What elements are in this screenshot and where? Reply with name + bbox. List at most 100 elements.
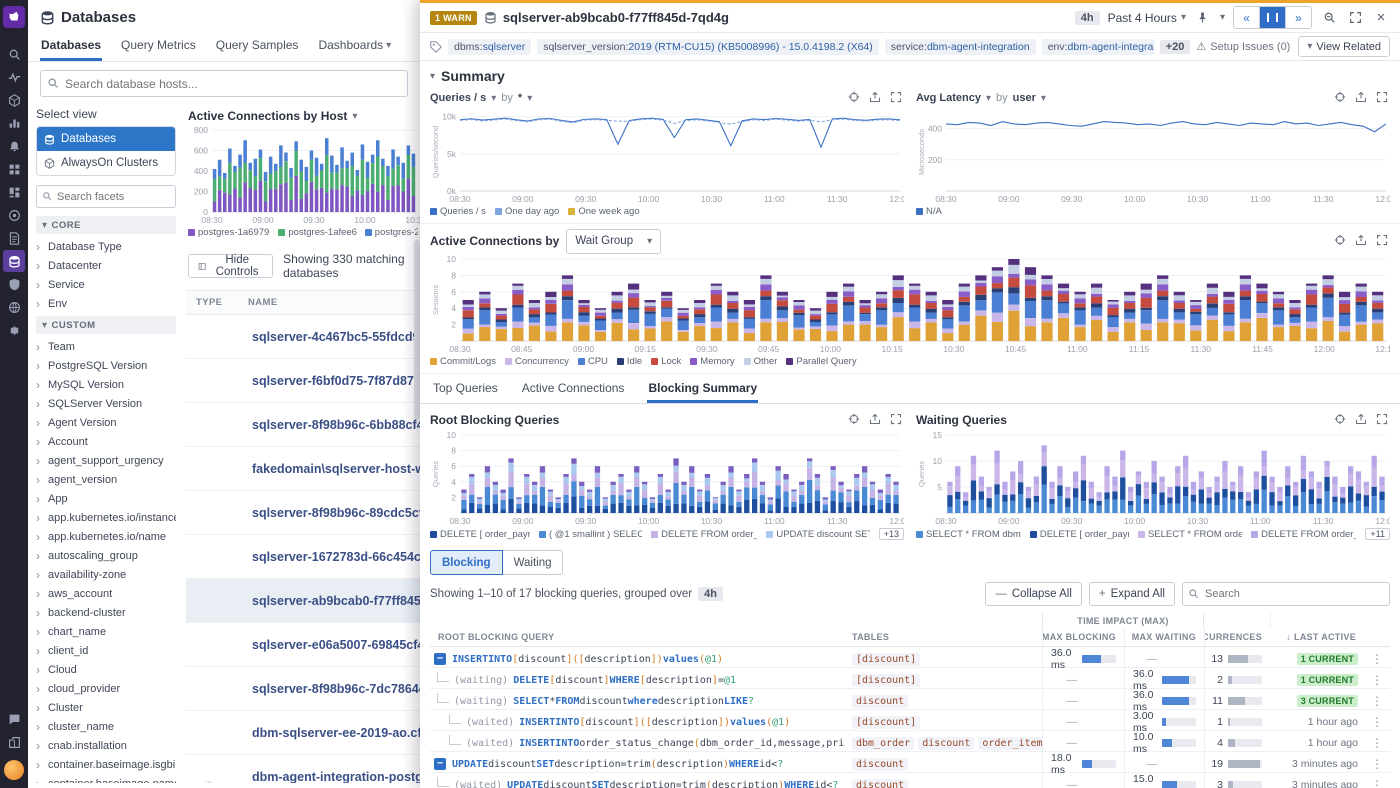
crosshair-icon[interactable] — [1334, 91, 1348, 105]
col-max-waiting[interactable]: MAX WAITING — [1124, 628, 1204, 646]
legend-item[interactable]: postgres-1afee64f-db... — [278, 227, 356, 238]
view-option-alwayson-clusters[interactable]: AlwaysOn Clusters — [37, 151, 175, 175]
blocking-row[interactable]: (waited)INSERT INTO order_status_change … — [430, 731, 1390, 752]
facet-item[interactable]: ›app.kubernetes.io/instance — [36, 508, 176, 527]
db-host-link[interactable]: dbm-sqlserver-ee-2019-ao.cfxxae8cilce.us… — [252, 726, 420, 740]
row-menu-icon[interactable]: ⋮ — [1364, 652, 1390, 666]
view-option-databases[interactable]: Databases — [37, 127, 175, 151]
facet-item[interactable]: ›autoscaling_group — [36, 546, 176, 565]
db-host-link[interactable]: fakedomain\sqlserver-host-with-backslash — [252, 462, 420, 476]
facet-item[interactable]: ›client_id — [36, 641, 176, 660]
table-row[interactable]: fakedomain\sqlserver-host-with-backslash — [186, 447, 420, 491]
more-tags-chip[interactable]: +20 — [1160, 40, 1191, 54]
row-menu-icon[interactable]: ⋮ — [1364, 694, 1390, 708]
host-search-input[interactable] — [40, 70, 408, 97]
facet-item[interactable]: ›App — [36, 489, 176, 508]
legend-item[interactable]: DELETE FROM order_item WH... — [1251, 529, 1356, 540]
fullscreen-icon[interactable] — [1376, 91, 1390, 105]
table-tag[interactable]: discount — [852, 758, 908, 771]
facet-item[interactable]: ›Env — [36, 294, 176, 313]
legend-item[interactable]: One week ago — [568, 206, 639, 217]
tab-blocking-summary[interactable]: Blocking Summary — [647, 374, 758, 403]
table-row[interactable]: sqlserver-8f98b96c-6bb88cf44c-8w8bd — [186, 403, 420, 447]
table-tag[interactable]: discount — [918, 737, 974, 750]
col-occurrences[interactable]: OCCURRENCES — [1204, 628, 1270, 646]
legend-item[interactable]: DELETE [ order_payment ] W... — [430, 529, 530, 540]
tag-pill[interactable]: dbms:sqlserver — [448, 39, 531, 55]
legend-item[interactable]: ( @1 smallint ) SELECT * FRO... — [539, 529, 642, 540]
legend-item[interactable]: Parallel Query — [786, 356, 856, 367]
time-range-chip[interactable]: 4h — [1075, 11, 1100, 25]
row-menu-icon[interactable]: ⋮ — [1364, 757, 1390, 771]
table-row[interactable]: sqlserver-f6bf0d75-7f87d87798-jnlvw — [186, 359, 420, 403]
avg-latency-chart[interactable]: 20040008:3009:0009:3010:0010:3011:0011:3… — [916, 108, 1390, 204]
legend-item[interactable]: SELECT * FROM dbm_user wh... — [916, 529, 1021, 540]
summary-section-header[interactable]: ▾ Summary — [420, 61, 1400, 86]
active-connections-by-wait-group-chart[interactable]: 24681008:3008:4509:0009:1509:3009:4510:0… — [430, 254, 1390, 354]
metric-selector[interactable]: Avg Latency — [916, 92, 981, 104]
facet-item[interactable]: ›cloud_provider — [36, 679, 176, 698]
nav-monitors-icon[interactable] — [3, 135, 25, 157]
time-forward-button[interactable]: » — [1286, 7, 1311, 28]
legend-item[interactable]: DELETE [ order_payment ] W... — [1030, 529, 1129, 540]
nav-search-icon[interactable] — [3, 43, 25, 65]
collapse-all-button[interactable]: —Collapse All — [985, 582, 1082, 606]
tab-query-samples[interactable]: Query Samples — [215, 32, 300, 61]
toggle-blocking[interactable]: Blocking — [430, 550, 503, 575]
zoom-out-icon[interactable] — [1320, 9, 1338, 27]
facet-group-core[interactable]: ▾CORE — [36, 216, 176, 234]
facet-item[interactable]: ›backend-cluster — [36, 603, 176, 622]
table-row[interactable]: sqlserver-1672783d-66c454c885-sbblh — [186, 535, 420, 579]
hide-controls-button[interactable]: Hide Controls — [188, 254, 273, 278]
tag-pill[interactable]: sqlserver_version:2019 (RTM-CU15) (KB500… — [537, 39, 879, 55]
fullscreen-icon[interactable] — [1376, 234, 1390, 248]
pause-button[interactable] — [1260, 7, 1286, 28]
legend-item[interactable]: UPDATE discount SET descrip... — [766, 529, 869, 540]
legend-item[interactable]: Idle — [617, 356, 642, 367]
facet-item[interactable]: ›container.baseimage.isgbi — [36, 755, 176, 774]
facet-item[interactable]: ›container.baseimage.name — [36, 774, 176, 783]
facet-item[interactable]: ›chart_name — [36, 622, 176, 641]
facet-item[interactable]: ›MySQL Version — [36, 375, 176, 394]
facet-item[interactable]: ›SQLServer Version — [36, 394, 176, 413]
active-connections-by-host-chart[interactable]: 020040060080008:3009:0009:3010:0010:30 — [186, 125, 420, 225]
nav-logs-icon[interactable] — [3, 227, 25, 249]
legend-item[interactable]: Lock — [651, 356, 681, 367]
facet-group-custom[interactable]: ▾CUSTOM — [36, 316, 176, 334]
db-host-link[interactable]: sqlserver-ab9bcab0-f77ff845d-7qd4g — [252, 594, 420, 608]
db-host-link[interactable]: sqlserver-e06a5007-69845cf498-6jswp — [252, 638, 420, 652]
facet-item[interactable]: ›agent_version — [36, 470, 176, 489]
db-host-link[interactable]: sqlserver-f6bf0d75-7f87d87798-jnlvw — [252, 374, 420, 388]
legend-item[interactable]: Queries / s — [430, 206, 486, 217]
nav-security-icon[interactable] — [3, 273, 25, 295]
row-menu-icon[interactable]: ⋮ — [1364, 736, 1390, 750]
tab-databases[interactable]: Databases — [40, 32, 102, 61]
blocking-row[interactable]: (waited)UPDATE discount SET description … — [430, 773, 1390, 788]
db-host-link[interactable]: sqlserver-8f98b96c-7dc7864cc4-vxtjt — [252, 682, 420, 696]
tab-active-connections[interactable]: Active Connections — [521, 374, 626, 403]
nav-settings-icon[interactable] — [3, 319, 25, 341]
view-related-button[interactable]: ▾ View Related — [1298, 36, 1390, 57]
collapse-row-icon[interactable]: − — [434, 653, 446, 665]
col-last-active[interactable]: ↓LAST ACTIVE — [1270, 632, 1364, 642]
table-row[interactable]: sqlserver-4c467bc5-55fdcd9b58-fkhb6 — [186, 315, 420, 359]
facet-item[interactable]: ›Cloud — [36, 660, 176, 679]
facet-search-input[interactable] — [36, 185, 176, 208]
facet-item[interactable]: ›Service — [36, 275, 176, 294]
facet-item[interactable]: ›app.kubernetes.io/name — [36, 527, 176, 546]
facet-item[interactable]: ›agent_support_urgency — [36, 451, 176, 470]
fullscreen-icon[interactable] — [890, 91, 904, 105]
user-avatar[interactable] — [4, 760, 24, 780]
export-icon[interactable] — [1355, 234, 1369, 248]
blocking-row[interactable]: −UPDATE discount SET description = trim … — [430, 752, 1390, 773]
export-icon[interactable] — [1355, 91, 1369, 105]
row-menu-icon[interactable]: ⋮ — [1364, 778, 1390, 788]
db-host-link[interactable]: dbm-agent-integration-postgres-13.cfxxae… — [252, 770, 420, 784]
facet-item[interactable]: ›aws_account — [36, 584, 176, 603]
legend-more-chip[interactable]: +13 — [879, 528, 904, 540]
table-tag[interactable]: discount — [852, 779, 908, 788]
setup-issues-button[interactable]: ⚠ Setup Issues (0) — [1196, 40, 1290, 53]
metric-selector[interactable]: Queries / s — [430, 92, 486, 104]
col-tables[interactable]: TABLES — [844, 632, 1042, 642]
fullscreen-icon[interactable] — [890, 413, 904, 427]
